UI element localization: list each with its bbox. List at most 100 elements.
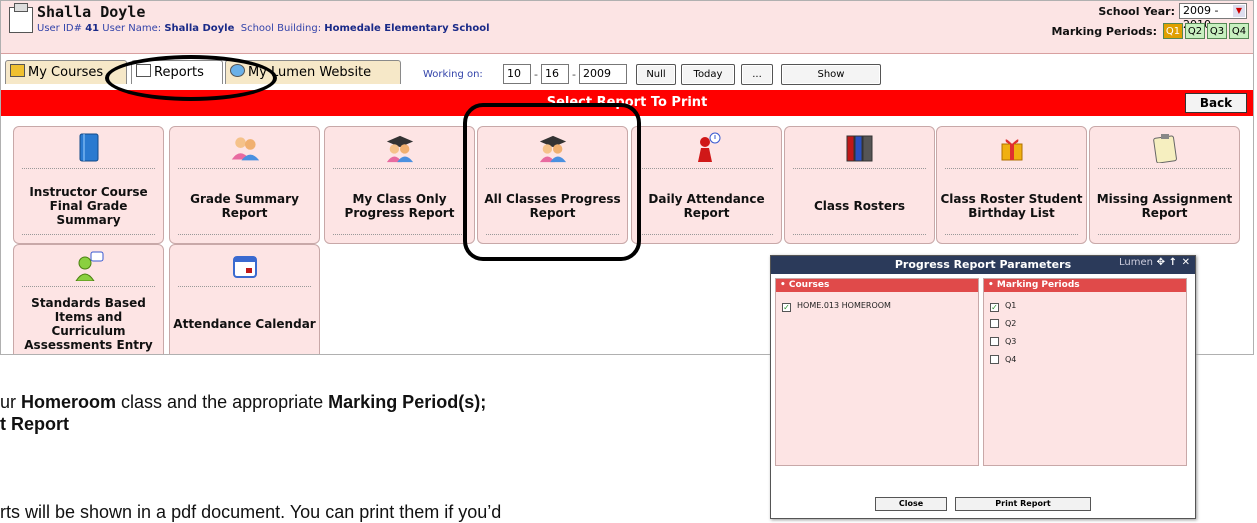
tile-divider [945,234,1078,235]
period-row-q1[interactable]: ✓ Q1 [990,301,1016,312]
instruction-line-1: ur Homeroom class and the appropriate Ma… [0,392,486,413]
courses-panel: • Courses ✓ HOME.013 HOMEROOM [775,278,979,466]
instruction-bold-print-report: t Report [0,414,69,434]
tile-divider [486,234,619,235]
period-row-q3[interactable]: Q3 [990,337,1016,346]
report-select-bar: Select Report To Print Back [1,90,1253,116]
today-button[interactable]: Today [681,64,735,85]
user-id-value: 41 [85,23,100,34]
checkbox[interactable] [990,337,999,346]
tile-divider [333,168,466,169]
tile-label: Class Rosters [813,199,906,213]
tile-label: Attendance Calendar [173,317,316,331]
tile-divider [640,168,773,169]
more-button[interactable]: ... [741,64,773,85]
tile-label: Grade Summary Report [190,192,299,220]
building-value: Homedale Elementary School [324,23,490,34]
graduate-icon [538,133,568,163]
clipboard-icon [1150,133,1180,163]
working-on-label: Working on: [423,69,483,80]
report-tile-daily-attendance[interactable]: Daily Attendance Report [631,126,782,244]
close-icon[interactable]: ✕ [1182,257,1190,268]
back-button[interactable]: Back [1185,93,1247,113]
clipboard-app-icon [9,3,33,33]
move-icon[interactable]: ✥ [1157,257,1165,268]
user-name-value: Shalla Doyle [164,23,235,34]
progress-report-parameters-dialog: Progress Report Parameters Lumen ✥ ↑ ✕ •… [770,255,1196,519]
chevron-down-icon: ▼ [1233,5,1245,17]
tab-reports[interactable]: Reports [131,60,223,84]
period-label: Q4 [1005,355,1017,364]
user-name-label: User Name: [102,23,162,34]
app-header: Shalla Doyle User ID# 41 User Name: Shal… [1,1,1253,54]
date-separator: - [534,68,538,81]
report-tile-class-roster-birthday-list[interactable]: Class Roster Student Birthday List [936,126,1087,244]
tab-bar: My Courses Reports My Lumen Website Work… [1,54,1253,88]
period-row-q4[interactable]: Q4 [990,355,1016,364]
tab-label: My Courses [28,65,104,80]
checkbox[interactable] [990,355,999,364]
day-input[interactable]: 16 [541,64,569,84]
tile-divider [22,234,155,235]
report-tile-grade-summary[interactable]: Grade Summary Report [169,126,320,244]
marking-periods-header: • Marking Periods [984,279,1186,292]
courses-header: • Courses [776,279,978,292]
user-id-label: User ID# [37,23,82,34]
tile-divider [22,286,155,287]
checkbox-checked[interactable]: ✓ [782,303,791,312]
tab-my-lumen-website[interactable]: My Lumen Website [225,60,401,84]
tile-label: Daily Attendance Report [648,192,765,220]
course-label: HOME.013 HOMEROOM [797,301,891,310]
report-tile-attendance-calendar[interactable]: Attendance Calendar [169,244,320,354]
marking-period-q2[interactable]: Q2 [1185,23,1205,39]
instruction-bold-marking-periods: Marking Period(s); [328,392,487,412]
course-row-homeroom[interactable]: ✓ HOME.013 HOMEROOM [782,301,891,312]
show-button[interactable]: Show [781,64,881,85]
period-label: Q1 [1005,301,1017,310]
dialog-title-text: Progress Report Parameters [894,258,1072,271]
report-tile-instructor-course-final-grade-summary[interactable]: Instructor Course Final Grade Summary [13,126,164,244]
checkbox-checked[interactable]: ✓ [990,303,999,312]
book-icon [74,133,104,163]
print-report-button[interactable]: Print Report [955,497,1091,511]
instruction-line-3: rts will be shown in a pdf document. You… [0,502,502,522]
period-label: Q2 [1005,319,1017,328]
month-input[interactable]: 10 [503,64,531,84]
tile-label: Instructor Course Final Grade Summary [29,185,148,227]
report-tile-missing-assignment[interactable]: Missing Assignment Report [1089,126,1240,244]
clipboard-icon [136,64,151,77]
tile-label: All Classes Progress Report [484,192,621,220]
instruction-text: ur [0,392,22,412]
checkbox[interactable] [990,319,999,328]
user-chat-icon [74,251,104,281]
tile-label: My Class Only Progress Report [344,192,455,220]
course-icon [10,64,25,77]
tile-divider [793,234,926,235]
report-tile-my-class-only-progress[interactable]: My Class Only Progress Report [324,126,475,244]
tile-divider [178,286,311,287]
person-icon [692,132,722,163]
marking-period-q4[interactable]: Q4 [1229,23,1249,39]
tile-label: Missing Assignment Report [1096,192,1233,220]
report-tile-all-classes-progress[interactable]: All Classes Progress Report [477,126,628,244]
marking-period-q1[interactable]: Q1 [1163,23,1183,39]
globe-icon [230,64,245,77]
tab-my-courses[interactable]: My Courses [5,60,127,84]
instruction-line-2: t Report [0,414,69,435]
marking-periods-panel: • Marking Periods ✓ Q1 Q2 Q3 Q4 [983,278,1187,466]
period-row-q2[interactable]: Q2 [990,319,1016,328]
close-button[interactable]: Close [875,497,947,511]
year-input[interactable]: 2009 [579,64,627,84]
school-year-select[interactable]: 2009 - 2010 ▼ [1179,3,1247,31]
report-select-title: Select Report To Print [546,95,708,110]
report-tile-standards-based-items[interactable]: Standards Based Items and Curriculum Ass… [13,244,164,354]
calendar-icon [230,251,260,281]
null-button[interactable]: Null [636,64,676,85]
date-separator: - [572,68,576,81]
user-info-line: User ID# 41 User Name: Shalla Doyle Scho… [37,23,490,34]
marking-period-q3[interactable]: Q3 [1207,23,1227,39]
tile-divider [178,168,311,169]
report-tile-class-rosters[interactable]: Class Rosters [784,126,935,244]
instruction-bold-homeroom: Homeroom [21,392,117,412]
pin-icon[interactable]: ↑ [1169,257,1177,268]
